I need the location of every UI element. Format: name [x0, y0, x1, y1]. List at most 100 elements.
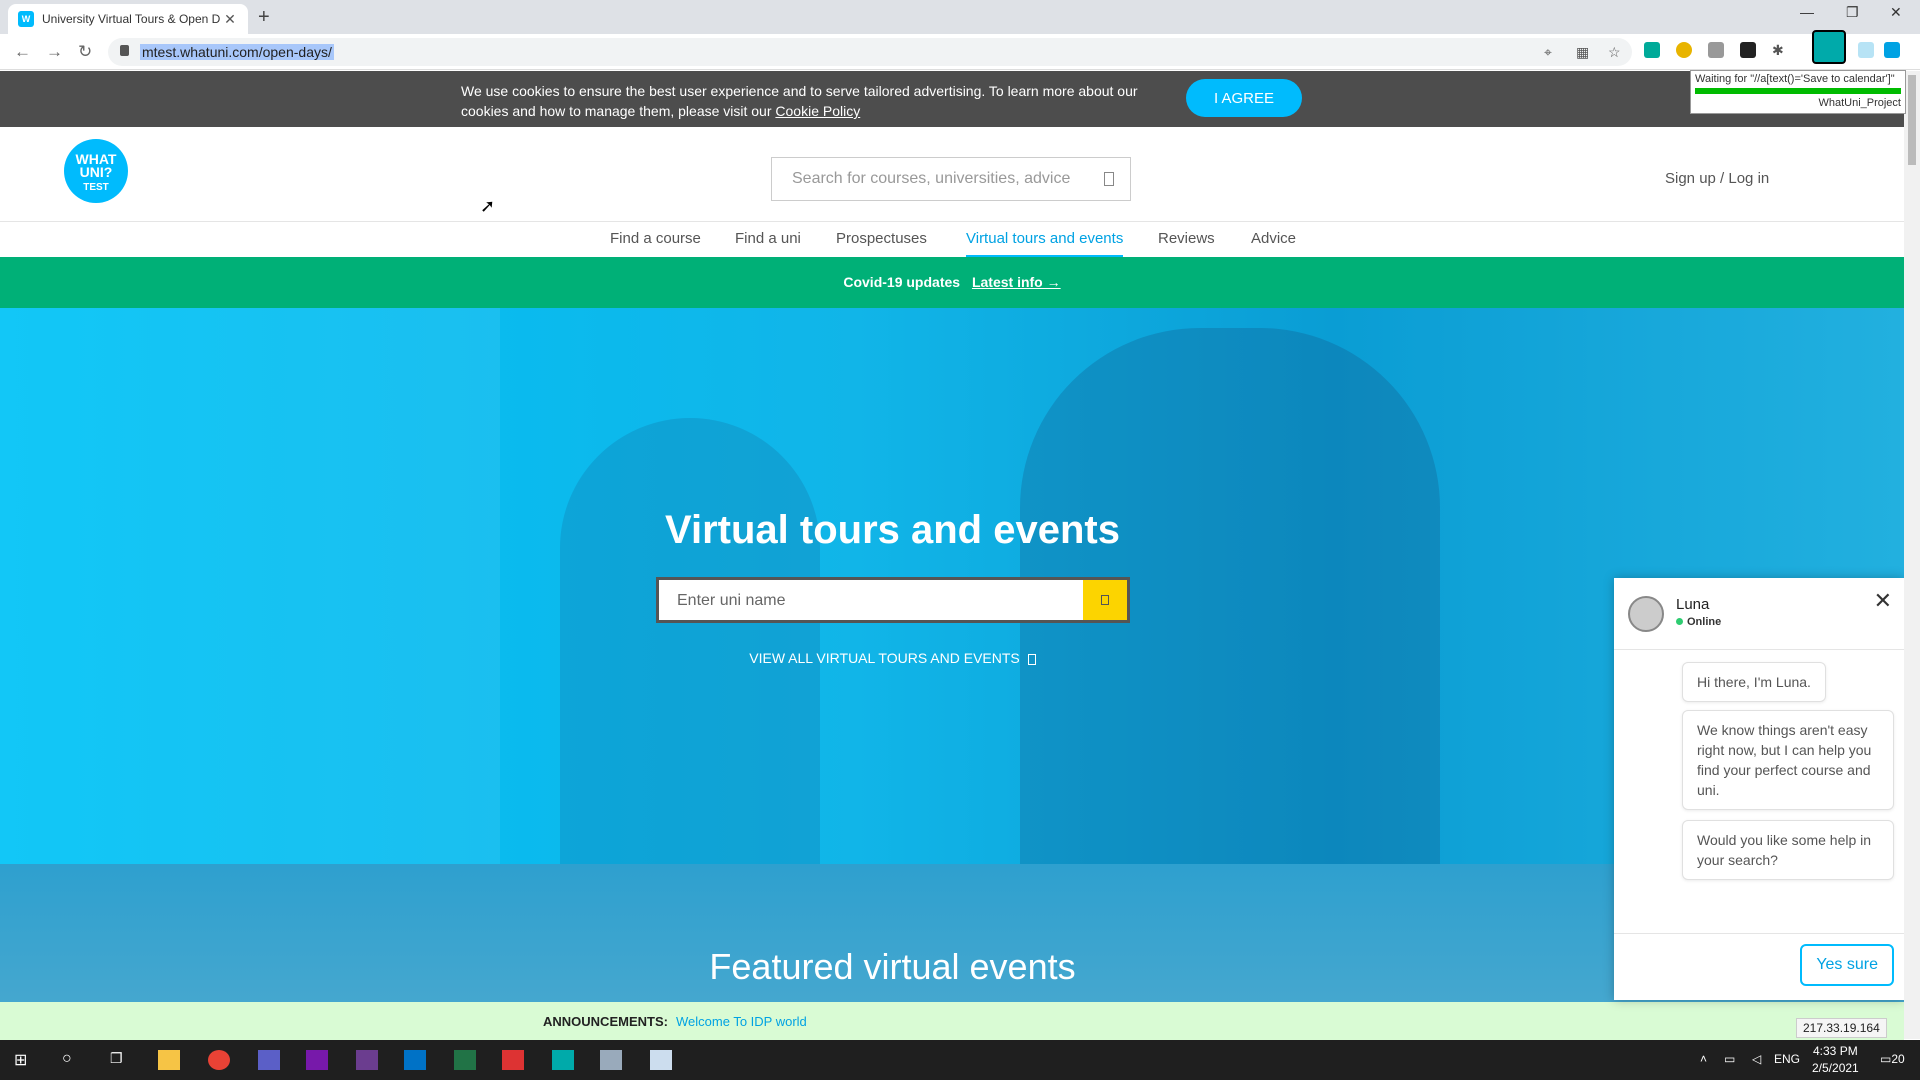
windows-taskbar: ⊞ ○ ❐ ˄ ▭ ◁ ENG 4:33 PM 2/5/2021 ▭20: [0, 1040, 1920, 1080]
uni-name-placeholder: Enter uni name: [677, 592, 786, 609]
nav-find-a-course[interactable]: Find a course: [610, 230, 701, 247]
extension-icon[interactable]: [1858, 42, 1874, 58]
whatuni-logo[interactable]: WHAT UNI? TEST: [64, 139, 128, 203]
featured-title: Featured virtual events: [709, 946, 1076, 987]
chat-close-icon[interactable]: ✕: [1874, 588, 1892, 614]
announcement-bar: ANNOUNCEMENTS: Welcome To IDP world: [0, 1002, 1904, 1044]
notification-count: 20: [1891, 1052, 1905, 1066]
hero-title: Virtual tours and events: [665, 508, 1120, 552]
tooltip-project-name: WhatUni_Project: [1818, 97, 1901, 109]
extension-icon[interactable]: [1884, 42, 1900, 58]
back-icon[interactable]: ←: [14, 42, 31, 62]
network-icon[interactable]: ▭: [1724, 1052, 1735, 1066]
windows-start-icon[interactable]: ⊞: [14, 1050, 36, 1070]
i-agree-button[interactable]: I AGREE: [1186, 79, 1302, 117]
uni-search-button[interactable]: [1083, 580, 1127, 620]
chat-status: Online: [1676, 616, 1721, 628]
outlook-icon[interactable]: [404, 1050, 426, 1070]
tooltip-progress-bar: [1695, 88, 1901, 94]
tray-chevron-icon[interactable]: ˄: [1700, 1052, 1707, 1066]
extension-icon[interactable]: [1740, 42, 1756, 58]
chat-message: We know things aren't easy right now, bu…: [1682, 710, 1894, 810]
arrow-icon: [1027, 653, 1036, 665]
address-url[interactable]: mtest.whatuni.com/open-days/: [140, 44, 334, 60]
task-view-icon[interactable]: ❐: [110, 1050, 132, 1070]
announcement-label: ANNOUNCEMENTS:: [543, 1014, 668, 1029]
whatuni-favicon-icon: W: [18, 11, 34, 27]
extension-icon[interactable]: [1644, 42, 1660, 58]
search-icon[interactable]: [1104, 172, 1114, 186]
app-icon[interactable]: [356, 1050, 378, 1070]
bookmark-star-icon[interactable]: ☆: [1608, 44, 1621, 61]
teams-icon[interactable]: [258, 1050, 280, 1070]
chat-message: Hi there, I'm Luna.: [1682, 662, 1826, 702]
scrollbar-thumb[interactable]: [1908, 75, 1916, 165]
cortana-icon[interactable]: ○: [62, 1050, 84, 1070]
chat-agent-name: Luna: [1676, 596, 1710, 613]
logo-line-2: UNI?: [79, 164, 113, 180]
sign-up-login-link[interactable]: Sign up / Log in: [1665, 170, 1769, 187]
onenote-icon[interactable]: [306, 1050, 328, 1070]
online-dot-icon: [1676, 618, 1683, 625]
taskbar-clock[interactable]: 4:33 PM 2/5/2021: [1812, 1043, 1859, 1077]
main-nav: Find a course Find a uni Prospectuses Vi…: [0, 221, 1904, 258]
location-icon[interactable]: ⌖: [1544, 44, 1552, 61]
chat-header: Luna Online ✕: [1614, 578, 1904, 650]
clock-date: 2/5/2021: [1812, 1061, 1859, 1075]
hero-background-shape: [0, 308, 500, 864]
chrome-icon[interactable]: [208, 1050, 230, 1070]
minimize-icon[interactable]: —: [1800, 4, 1814, 20]
chat-status-text: Online: [1687, 616, 1722, 628]
nav-advice[interactable]: Advice: [1251, 230, 1296, 247]
browser-tab-bar: W University Virtual Tours & Open D ✕ + …: [0, 0, 1920, 34]
tab-close-icon[interactable]: ✕: [222, 11, 238, 28]
browser-toolbar: ← → ↻ mtest.whatuni.com/open-days/ ⌖ ▦ ☆…: [0, 34, 1920, 70]
latest-info-link[interactable]: Latest info →: [972, 274, 1061, 290]
nav-virtual-tours[interactable]: Virtual tours and events: [966, 230, 1124, 257]
address-bar[interactable]: mtest.whatuni.com/open-days/ ⌖ ▦ ☆: [108, 38, 1632, 66]
nav-reviews[interactable]: Reviews: [1158, 230, 1215, 247]
covid-label: Covid-19 updates: [843, 274, 961, 290]
uni-name-input[interactable]: Enter uni name: [656, 577, 1130, 623]
automation-extension-icon[interactable]: [1812, 30, 1846, 64]
cookie-policy-link[interactable]: Cookie Policy: [775, 103, 860, 119]
forward-icon[interactable]: →: [46, 42, 63, 62]
automation-app-icon[interactable]: [552, 1050, 574, 1070]
app-icon[interactable]: [650, 1050, 672, 1070]
reload-icon[interactable]: ↻: [78, 42, 92, 62]
cookie-text: We use cookies to ensure the best user e…: [461, 81, 1151, 121]
qr-icon[interactable]: ▦: [1576, 44, 1589, 61]
cookie-banner: We use cookies to ensure the best user e…: [0, 71, 1904, 127]
extension-icon[interactable]: [1676, 42, 1692, 58]
notifications-icon[interactable]: ▭20: [1880, 1052, 1905, 1066]
lock-icon: [120, 45, 129, 56]
yes-sure-button[interactable]: Yes sure: [1800, 944, 1894, 986]
site-search-placeholder: Search for courses, universities, advice: [792, 170, 1071, 187]
announcement-link[interactable]: Welcome To IDP world: [676, 1014, 807, 1029]
search-icon: [1101, 595, 1109, 605]
nav-prospectuses[interactable]: Prospectuses: [836, 230, 927, 247]
app-icon[interactable]: [600, 1050, 622, 1070]
tab-title: University Virtual Tours & Open D: [42, 12, 221, 26]
chat-footer: Yes sure: [1614, 933, 1904, 1000]
language-indicator[interactable]: ENG: [1774, 1052, 1800, 1066]
ip-address-badge: 217.33.19.164: [1796, 1018, 1887, 1038]
window-close-icon[interactable]: ✕: [1890, 4, 1902, 21]
new-tab-icon[interactable]: +: [258, 6, 270, 29]
nav-find-a-uni[interactable]: Find a uni: [735, 230, 801, 247]
site-search-input[interactable]: Search for courses, universities, advice: [771, 157, 1131, 201]
view-all-virtual-tours-link[interactable]: VIEW ALL VIRTUAL TOURS AND EVENTS: [0, 650, 1785, 666]
restore-icon[interactable]: ❐: [1846, 4, 1859, 21]
browser-tab[interactable]: W University Virtual Tours & Open D ✕: [8, 4, 248, 34]
extensions-puzzle-icon[interactable]: ✱: [1772, 42, 1788, 58]
excel-icon[interactable]: [454, 1050, 476, 1070]
extension-icon[interactable]: [1708, 42, 1724, 58]
chat-widget: Luna Online ✕ Hi there, I'm Luna. We kno…: [1614, 578, 1904, 1000]
volume-icon[interactable]: ◁: [1752, 1052, 1761, 1066]
view-all-label: VIEW ALL VIRTUAL TOURS AND EVENTS: [749, 650, 1020, 666]
tooltip-waiting-text: Waiting for "//a[text()='Save to calenda…: [1695, 73, 1895, 85]
page-scrollbar[interactable]: [1904, 71, 1920, 1039]
app-icon[interactable]: [502, 1050, 524, 1070]
file-explorer-icon[interactable]: [158, 1050, 180, 1070]
hero-background-shape: [560, 418, 820, 864]
